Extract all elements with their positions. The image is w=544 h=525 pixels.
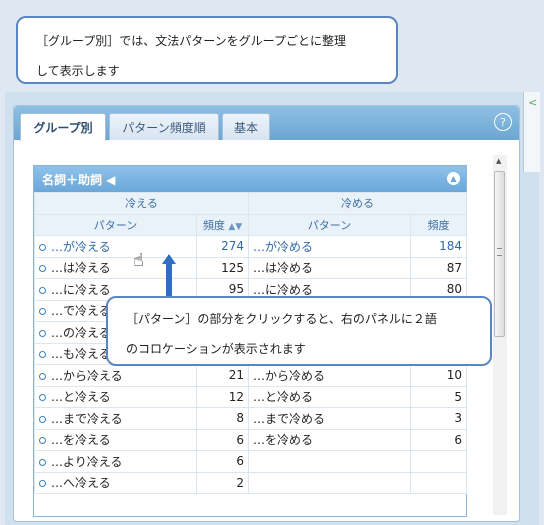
pattern-bullet-icon	[39, 480, 46, 488]
freq-right: 5	[410, 385, 468, 408]
pattern-right[interactable]: …まで冷める	[248, 407, 412, 430]
pattern-bullet-icon	[39, 243, 46, 251]
freq-left: 21	[195, 364, 250, 387]
hand-cursor-icon: ☝	[133, 250, 144, 271]
freq-left: 125	[195, 256, 250, 279]
pattern-left-text[interactable]: …に冷える	[51, 283, 111, 297]
pattern-left-text[interactable]: …を冷える	[51, 433, 111, 447]
instruction-callout-top: ［グループ別］では、文法パターンをグループごとに整理 して表示します	[16, 16, 398, 84]
pattern-bullet-icon	[39, 308, 46, 316]
tab-group[interactable]: グループ別	[20, 113, 106, 141]
pattern-bullet-icon	[39, 458, 46, 466]
vertical-scrollbar[interactable]: ▲	[493, 155, 507, 515]
table-row[interactable]: …から冷える 21 …から冷める 10	[34, 364, 468, 387]
table-row[interactable]: …まで冷える 8 …まで冷める 3	[34, 407, 468, 430]
callout-text-line1: ［グループ別］では、文法パターンをグループごとに整理	[36, 34, 346, 48]
left-group-header: 冷える	[33, 192, 250, 215]
pattern-left-text[interactable]: …で冷える	[51, 304, 111, 318]
freq-left: 274	[195, 235, 250, 258]
group-title[interactable]: 名詞＋助詞 ◀	[42, 171, 115, 188]
col-pattern-left[interactable]: パターン	[34, 213, 197, 236]
tab-basic[interactable]: 基本	[222, 113, 270, 140]
col-freq-left[interactable]: 頻度 ▲▼	[195, 213, 250, 236]
freq-left: 8	[195, 407, 250, 430]
table-row[interactable]: …へ冷える 2	[34, 471, 468, 494]
pattern-bullet-icon	[39, 372, 46, 380]
pattern-left-text[interactable]: …まで冷える	[51, 412, 123, 426]
right-group-header: 冷める	[248, 192, 468, 215]
col-pattern-right[interactable]: パターン	[248, 213, 412, 236]
pattern-bullet-icon	[39, 329, 46, 337]
pattern-left[interactable]: …から冷える	[34, 364, 197, 387]
freq-left: 12	[195, 385, 250, 408]
freq-right: 6	[410, 428, 468, 451]
freq-right: 87	[410, 256, 468, 279]
pattern-right[interactable]: …から冷める	[248, 364, 412, 387]
sort-icon[interactable]: ▲▼	[228, 222, 242, 232]
freq-right: 3	[410, 407, 468, 430]
col-freq-right[interactable]: 頻度	[410, 213, 468, 236]
callout-text-line2: して表示します	[36, 64, 120, 78]
pattern-right[interactable]	[248, 471, 412, 494]
pattern-bullet-icon	[39, 351, 46, 359]
pattern-left-text[interactable]: …より冷える	[51, 455, 122, 469]
freq-right: 10	[410, 364, 468, 387]
pattern-right[interactable]: …が冷める	[248, 235, 412, 258]
table-row[interactable]: …を冷える 6 …を冷める 6	[34, 428, 468, 451]
pattern-bullet-icon	[39, 394, 46, 402]
table-row[interactable]: …と冷える 12 …と冷める 5	[34, 385, 468, 408]
pattern-left-text[interactable]: …の冷える	[51, 326, 111, 340]
freq-left: 6	[195, 428, 250, 451]
table-row[interactable]: …が冷える 274 …が冷める 184	[34, 235, 468, 258]
pattern-left[interactable]: …より冷える	[34, 450, 197, 473]
pattern-bullet-icon	[39, 265, 46, 273]
callout-text-line2: のコロケーションが表示されます	[126, 342, 306, 356]
group-header[interactable]: 名詞＋助詞 ◀ ▲	[34, 166, 466, 192]
collapse-icon[interactable]: ▲	[447, 172, 460, 185]
help-icon[interactable]: ?	[494, 113, 512, 131]
table-row[interactable]: …は冷える 125 …は冷める 87	[34, 256, 468, 279]
col-freq-label: 頻度	[202, 218, 225, 232]
table-row[interactable]: …より冷える 6	[34, 450, 468, 473]
instruction-callout-mid: ［パターン］の部分をクリックすると、右のパネルに２語 のコロケーションが表示され…	[106, 296, 492, 366]
freq-right	[410, 450, 468, 473]
pattern-left-text[interactable]: …へ冷える	[51, 476, 111, 490]
callout-text-line1: ［パターン］の部分をクリックすると、右のパネルに２語	[126, 312, 437, 326]
pattern-right[interactable]: …を冷める	[248, 428, 412, 451]
pattern-bullet-icon	[39, 437, 46, 445]
freq-right: 184	[410, 235, 468, 258]
freq-left: 2	[195, 471, 250, 494]
pattern-right[interactable]: …は冷める	[248, 256, 412, 279]
pattern-left-text[interactable]: …は冷える	[51, 261, 111, 275]
pattern-left-text[interactable]: …から冷える	[51, 369, 123, 383]
up-arrow-icon	[162, 254, 176, 296]
pattern-left[interactable]: …を冷える	[34, 428, 197, 451]
expand-arrow-icon[interactable]: <	[528, 96, 537, 109]
pattern-left-text[interactable]: …と冷える	[51, 390, 111, 404]
tab-pattern-frequency[interactable]: パターン頻度順	[109, 113, 219, 140]
pattern-right[interactable]: …と冷める	[248, 385, 412, 408]
freq-left: 6	[195, 450, 250, 473]
pattern-left[interactable]: …へ冷える	[34, 471, 197, 494]
pattern-bullet-icon	[39, 286, 46, 294]
pattern-right[interactable]	[248, 450, 412, 473]
tab-bar: グループ別 パターン頻度順 基本 ?	[14, 106, 519, 141]
pattern-left-text[interactable]: …も冷える	[51, 347, 111, 361]
pattern-left[interactable]: …まで冷える	[34, 407, 197, 430]
right-panel-edge[interactable]: <	[523, 92, 540, 172]
pattern-left-text[interactable]: …が冷える	[51, 240, 111, 254]
scroll-thumb[interactable]	[494, 171, 505, 337]
pattern-left[interactable]: …と冷える	[34, 385, 197, 408]
scroll-up-icon[interactable]: ▲	[496, 157, 501, 165]
scroll-grip-icon	[497, 248, 502, 256]
pattern-bullet-icon	[39, 415, 46, 423]
freq-right	[410, 471, 468, 494]
